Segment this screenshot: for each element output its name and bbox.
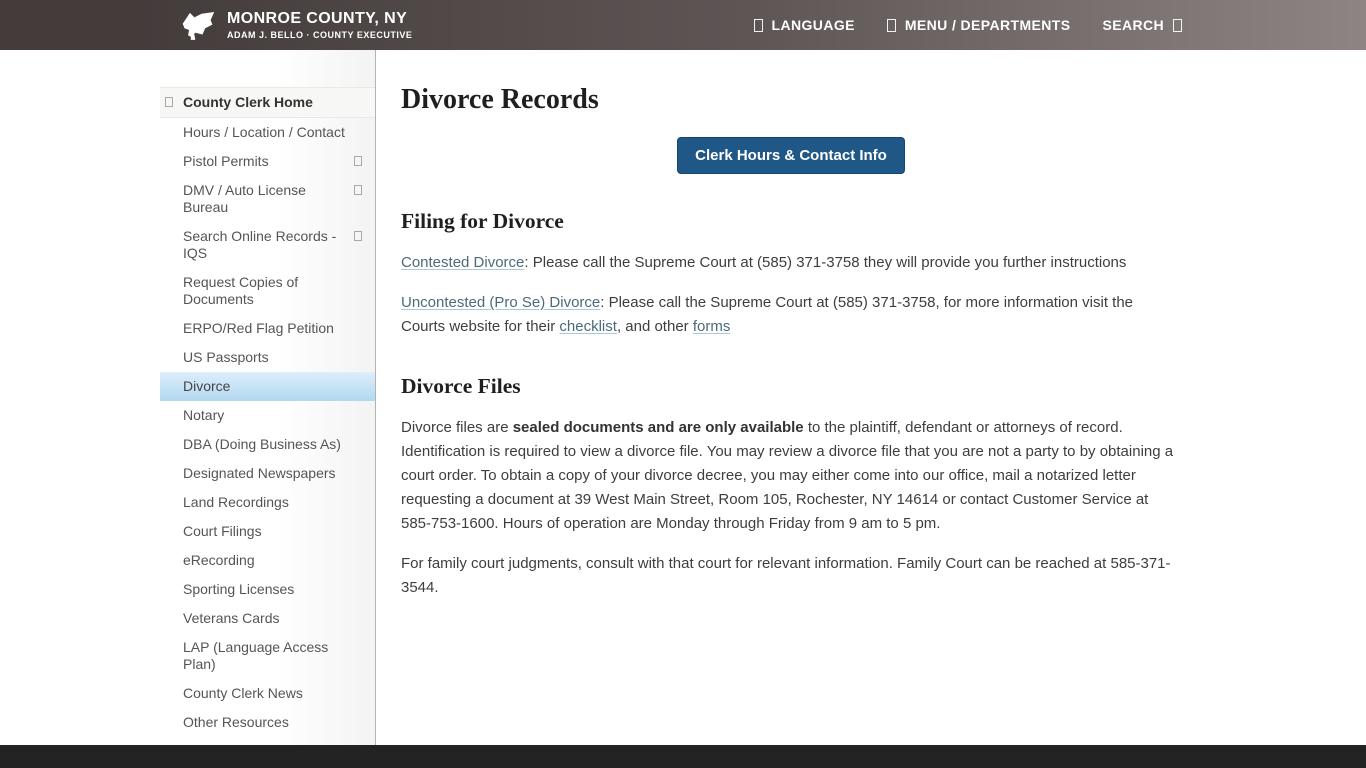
site-title: MONROE COUNTY, NY	[227, 10, 412, 28]
sidebar-item-court-filings[interactable]: Court Filings	[160, 517, 375, 546]
nav-search[interactable]: SEARCH	[1102, 17, 1182, 33]
sidebar-item-label: DMV / Auto License Bureau	[183, 182, 306, 215]
expand-icon	[354, 185, 362, 195]
clerk-hours-contact-button[interactable]: Clerk Hours & Contact Info	[677, 137, 905, 174]
sidebar-item-label: Divorce	[183, 378, 230, 394]
paragraph: Divorce files are sealed documents and a…	[401, 416, 1181, 536]
section-heading-filing-for-divorce: Filing for Divorce	[401, 208, 1366, 234]
sidebar-item-label: County Clerk Home	[183, 94, 313, 110]
main-content: Divorce Records Clerk Hours & Contact In…	[376, 50, 1366, 745]
sidebar-item-label: Hours / Location / Contact	[183, 124, 345, 140]
sidebar-item-erecording[interactable]: eRecording	[160, 546, 375, 575]
sidebar-item-label: Designated Newspapers	[183, 465, 336, 481]
paragraph: For family court judgments, consult with…	[401, 552, 1181, 600]
expand-icon	[354, 231, 362, 241]
home-icon	[165, 97, 173, 107]
nav-language[interactable]: LANGUAGE	[754, 17, 855, 33]
sidebar-item-label: Veterans Cards	[183, 610, 280, 626]
sidebar-item-veterans-cards[interactable]: Veterans Cards	[160, 604, 375, 633]
sidebar-item-dba-doing-business-as[interactable]: DBA (Doing Business As)	[160, 430, 375, 459]
top-header-bar: MONROE COUNTY, NY ADAM J. BELLO · COUNTY…	[0, 0, 1366, 50]
sidebar-item-designated-newspapers[interactable]: Designated Newspapers	[160, 459, 375, 488]
sidebar-item-label: Request Copies of Documents	[183, 274, 298, 307]
footer-bar	[0, 745, 1366, 768]
language-icon	[754, 19, 763, 32]
nav-label: LANGUAGE	[772, 17, 855, 33]
sidebar-nav: County Clerk Home Hours / Location / Cont…	[160, 50, 376, 745]
brand-text: MONROE COUNTY, NY ADAM J. BELLO · COUNTY…	[227, 10, 412, 40]
sidebar-item-us-passports[interactable]: US Passports	[160, 343, 375, 372]
sidebar-item-label: US Passports	[183, 349, 269, 365]
sidebar-item-label: DBA (Doing Business As)	[183, 436, 341, 452]
nav-label: SEARCH	[1102, 17, 1164, 33]
sidebar-item-notary[interactable]: Notary	[160, 401, 375, 430]
sidebar-item-hours-location-contact[interactable]: Hours / Location / Contact	[160, 118, 375, 147]
text: Divorce files are	[401, 419, 513, 436]
sidebar-item-label: County Clerk News	[183, 685, 303, 701]
sidebar-item-county-clerk-home[interactable]: County Clerk Home	[160, 87, 375, 118]
content-sections: Filing for Divorce Contested Divorce: Ple…	[401, 208, 1366, 600]
county-logo-icon	[180, 10, 216, 41]
sidebar-item-label: Court Filings	[183, 523, 262, 539]
text: For family court judgments, consult with…	[401, 555, 1171, 596]
sidebar-item-label: Sporting Licenses	[183, 581, 294, 597]
sidebar-item-sporting-licenses[interactable]: Sporting Licenses	[160, 575, 375, 604]
sidebar-item-erpo-red-flag-petition[interactable]: ERPO/Red Flag Petition	[160, 314, 375, 343]
nav-menu-departments[interactable]: MENU / DEPARTMENTS	[887, 17, 1071, 33]
top-nav: LANGUAGE MENU / DEPARTMENTS SEARCH	[754, 17, 1182, 33]
page-title: Divorce Records	[401, 83, 1366, 117]
body-area: County Clerk Home Hours / Location / Cont…	[0, 50, 1366, 745]
link-forms[interactable]: forms	[693, 318, 731, 335]
sidebar-item-dmv-auto-license-bureau[interactable]: DMV / Auto License Bureau	[160, 176, 375, 222]
link-contested-divorce[interactable]: Contested Divorce	[401, 254, 524, 271]
sidebar-item-label: Land Recordings	[183, 494, 289, 510]
link-uncontested-pro-se-divorce[interactable]: Uncontested (Pro Se) Divorce	[401, 294, 600, 311]
section-heading-divorce-files: Divorce Files	[401, 373, 1366, 399]
page: MONROE COUNTY, NY ADAM J. BELLO · COUNTY…	[0, 0, 1366, 768]
text: , and other	[617, 318, 693, 335]
sidebar-item-other-resources[interactable]: Other Resources	[160, 708, 375, 737]
sidebar-item-pistol-permits[interactable]: Pistol Permits	[160, 147, 375, 176]
sidebar-item-label: Notary	[183, 407, 224, 423]
paragraph: Uncontested (Pro Se) Divorce: Please cal…	[401, 291, 1181, 339]
site-subtitle: ADAM J. BELLO · COUNTY EXECUTIVE	[227, 30, 412, 40]
search-icon	[1173, 19, 1182, 32]
sidebar-item-label: LAP (Language Access Plan)	[183, 639, 328, 672]
sidebar-item-label: Other Resources	[183, 714, 289, 730]
link-checklist[interactable]: checklist	[559, 318, 617, 335]
sidebar-item-county-clerk-news[interactable]: County Clerk News	[160, 679, 375, 708]
menu-icon	[887, 19, 896, 32]
sidebar-item-label: Pistol Permits	[183, 153, 269, 169]
expand-icon	[354, 156, 362, 166]
sidebar-item-label: ERPO/Red Flag Petition	[183, 320, 334, 336]
sidebar-item-divorce[interactable]: Divorce	[160, 372, 375, 401]
left-gutter	[0, 50, 160, 745]
sidebar-item-land-recordings[interactable]: Land Recordings	[160, 488, 375, 517]
sidebar-item-label: Search Online Records - IQS	[183, 228, 336, 261]
sidebar-item-request-copies-of-documents[interactable]: Request Copies of Documents	[160, 268, 375, 314]
sidebar-item-label: eRecording	[183, 552, 255, 568]
paragraph: Contested Divorce: Please call the Supre…	[401, 251, 1181, 275]
text: : Please call the Supreme Court at (585)…	[524, 254, 1126, 271]
button-row: Clerk Hours & Contact Info	[401, 137, 1181, 174]
county-home-link[interactable]: MONROE COUNTY, NY ADAM J. BELLO · COUNTY…	[180, 10, 412, 41]
bold-text: sealed documents and are only available	[513, 419, 804, 436]
sidebar-item-search-online-records-iqs[interactable]: Search Online Records - IQS	[160, 222, 375, 268]
sidebar-item-lap-language-access-plan[interactable]: LAP (Language Access Plan)	[160, 633, 375, 679]
nav-label: MENU / DEPARTMENTS	[905, 17, 1071, 33]
